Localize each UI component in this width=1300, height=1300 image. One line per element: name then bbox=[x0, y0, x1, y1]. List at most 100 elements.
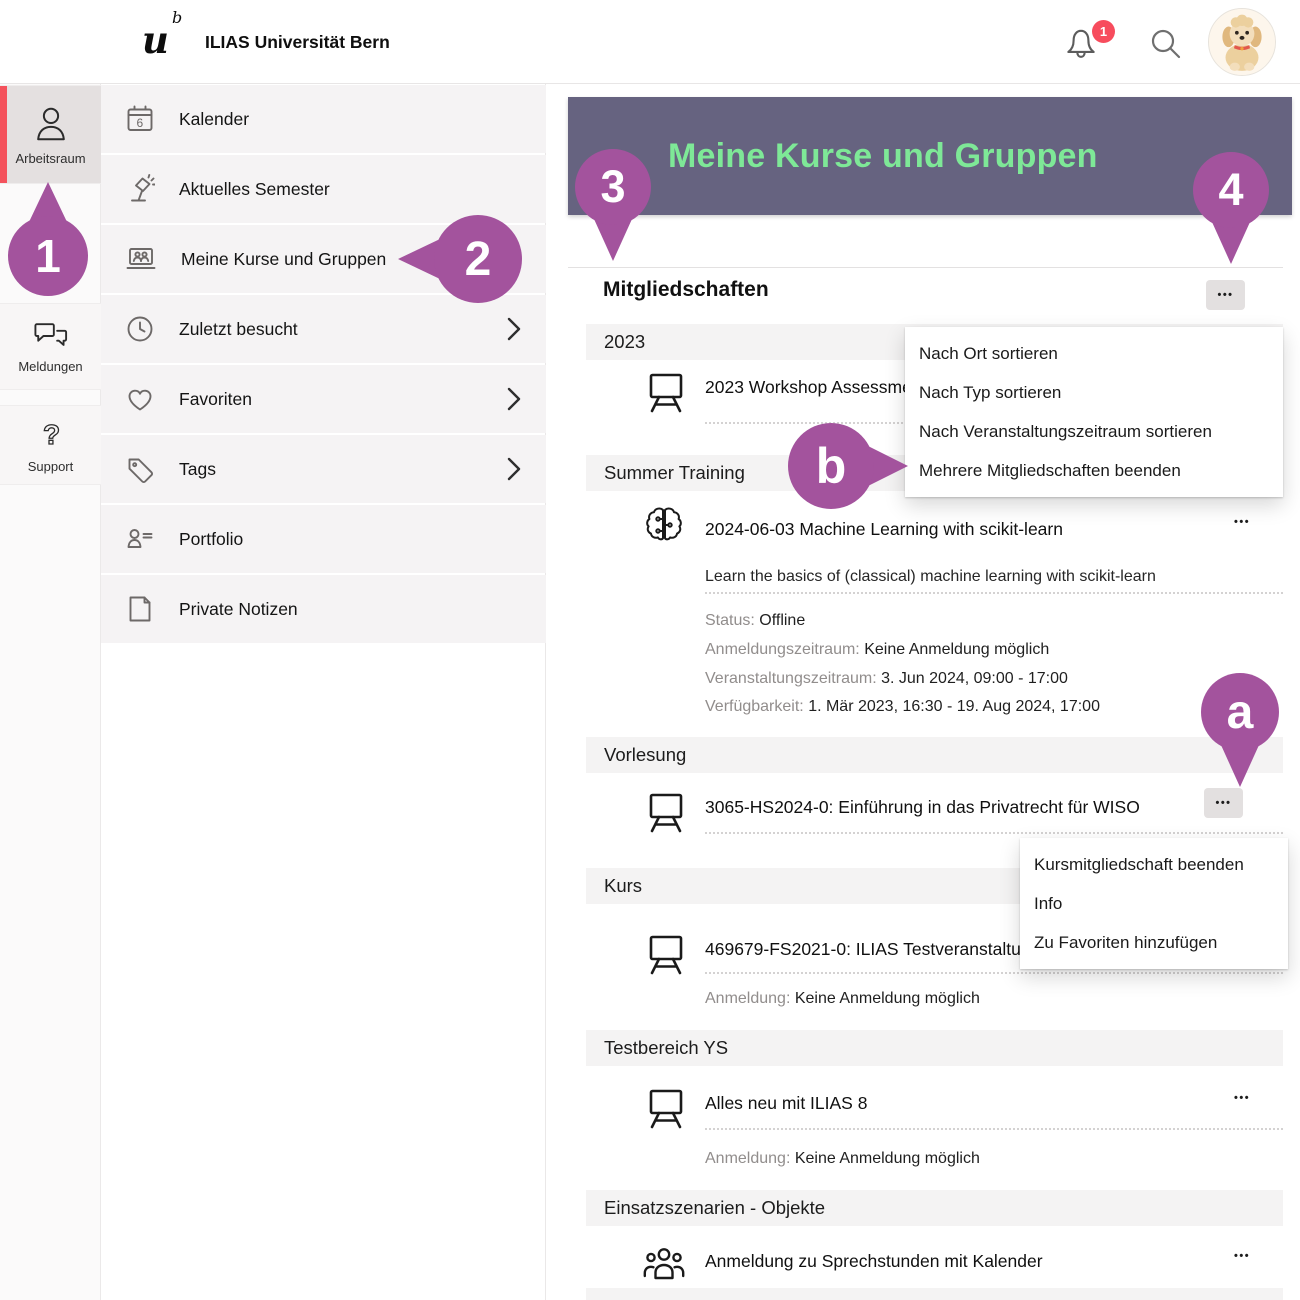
active-indicator-stripe bbox=[0, 86, 7, 183]
rail-item-label: Arbeitsraum bbox=[15, 151, 85, 166]
sidebar-item-portfolio[interactable]: Portfolio bbox=[101, 505, 546, 573]
sidebar-item-aktuelles-semester[interactable]: Aktuelles Semester bbox=[101, 155, 546, 223]
rail-item-arbeitsraum[interactable]: Arbeitsraum bbox=[0, 85, 101, 184]
university-logo: u bbox=[142, 18, 169, 62]
rail-item-label: Support bbox=[28, 459, 74, 474]
chevron-right-icon bbox=[506, 456, 522, 482]
sidebar-item-label: Aktuelles Semester bbox=[179, 179, 330, 200]
row-separator bbox=[705, 592, 1283, 594]
group-header-partial bbox=[586, 1288, 1283, 1300]
search-icon[interactable] bbox=[1148, 26, 1184, 62]
sidebar-item-favoriten[interactable]: Favoriten bbox=[101, 365, 546, 433]
sidebar-item-label: Kalender bbox=[179, 109, 249, 130]
course-link[interactable]: 469679-FS2021-0: ILIAS Testveranstaltung bbox=[705, 934, 1040, 964]
menu-item-end-course-membership[interactable]: Kursmitgliedschaft beenden bbox=[1020, 845, 1288, 884]
course-link[interactable]: Anmeldung zu Sprechstunden mit Kalender bbox=[705, 1246, 1043, 1276]
question-mark-icon: ? bbox=[38, 417, 64, 453]
annotation-marker-a: a bbox=[1201, 673, 1279, 751]
course-actions-menu: Kursmitgliedschaft beenden Info Zu Favor… bbox=[1020, 838, 1288, 969]
item-actions-button[interactable]: ••• bbox=[1234, 1092, 1250, 1104]
clock-icon bbox=[125, 314, 155, 344]
university-logo-sup: b bbox=[172, 8, 182, 27]
property-value: 3. Jun 2024, 09:00 - 17:00 bbox=[881, 670, 1068, 687]
sidebar-item-label: Private Notizen bbox=[179, 599, 298, 620]
calendar-icon: 6 bbox=[125, 104, 155, 134]
sidebar-item-label: Zuletzt besucht bbox=[179, 319, 298, 340]
course-link[interactable]: 3065-HS2024-0: Einführung in das Privatr… bbox=[705, 792, 1140, 822]
people-group-icon bbox=[642, 1242, 686, 1282]
page-title: Meine Kurse und Gruppen bbox=[668, 97, 1098, 215]
course-property: Anmeldung: Keine Anmeldung möglich bbox=[705, 988, 980, 1010]
note-icon bbox=[125, 594, 155, 624]
menu-item-sort-by-location[interactable]: Nach Ort sortieren bbox=[905, 334, 1283, 373]
annotation-marker-b: b bbox=[788, 423, 874, 509]
sidebar-item-kalender[interactable]: 6 Kalender bbox=[101, 85, 546, 153]
notification-badge: 1 bbox=[1092, 20, 1115, 43]
course-property: Veranstaltungszeitraum: 3. Jun 2024, 09:… bbox=[705, 668, 1068, 690]
courses-icon bbox=[125, 245, 157, 273]
annotation-marker-3: 3 bbox=[575, 149, 651, 225]
item-actions-button[interactable]: ••• bbox=[1234, 1250, 1250, 1262]
memberships-actions-menu: Nach Ort sortieren Nach Typ sortieren Na… bbox=[905, 327, 1283, 497]
sidebar-item-zuletzt-besucht[interactable]: Zuletzt besucht bbox=[101, 295, 546, 363]
poodle-avatar-image bbox=[1209, 9, 1275, 75]
menu-item-info[interactable]: Info bbox=[1020, 884, 1288, 923]
group-header-einsatzszenarien: Einsatzszenarien - Objekte bbox=[586, 1190, 1283, 1226]
desk-lamp-icon bbox=[125, 174, 155, 204]
divider bbox=[568, 267, 1283, 268]
ellipsis-icon: ••• bbox=[1217, 289, 1233, 301]
course-board-icon bbox=[644, 788, 688, 834]
brain-circuit-icon bbox=[640, 504, 688, 552]
sidebar-item-label: Favoriten bbox=[179, 389, 252, 410]
portfolio-icon bbox=[125, 524, 155, 554]
course-board-icon bbox=[644, 930, 688, 976]
property-label: Verfügbarkeit: bbox=[705, 698, 804, 715]
course-board-icon bbox=[644, 1084, 688, 1130]
chat-bubbles-icon bbox=[31, 319, 71, 353]
page: { "header": { "logo_u": "u", "logo_sup":… bbox=[0, 0, 1300, 1300]
group-header-vorlesung: Vorlesung bbox=[586, 737, 1283, 773]
menu-item-sort-by-type[interactable]: Nach Typ sortieren bbox=[905, 373, 1283, 412]
user-avatar[interactable] bbox=[1208, 8, 1276, 76]
course-property: Status: Offline bbox=[705, 610, 805, 632]
rail-item-meldungen[interactable]: Meldungen bbox=[0, 303, 101, 390]
section-heading: Mitgliedschaften bbox=[603, 278, 769, 302]
annotation-marker-2: 2 bbox=[434, 215, 522, 303]
course-link[interactable]: 2024-06-03 Machine Learning with scikit-… bbox=[705, 514, 1063, 544]
svg-text:6: 6 bbox=[137, 116, 144, 130]
item-actions-button-open[interactable]: ••• bbox=[1204, 788, 1243, 818]
group-header-testbereich: Testbereich YS bbox=[586, 1030, 1283, 1066]
row-separator bbox=[705, 832, 1283, 834]
property-value: Keine Anmeldung möglich bbox=[795, 990, 980, 1007]
app-title: ILIAS Universität Bern bbox=[205, 0, 390, 84]
course-property: Anmeldung: Keine Anmeldung möglich bbox=[705, 1148, 980, 1170]
course-property: Anmeldungszeitraum: Keine Anmeldung mögl… bbox=[705, 639, 1049, 661]
marker-3-tail bbox=[594, 219, 632, 261]
property-label: Anmeldungszeitraum: bbox=[705, 641, 860, 658]
property-value: Offline bbox=[759, 612, 805, 629]
chevron-right-icon bbox=[506, 316, 522, 342]
course-link[interactable]: 2023 Workshop Assessment bbox=[705, 372, 926, 402]
chevron-right-icon bbox=[506, 386, 522, 412]
menu-item-end-multiple-memberships[interactable]: Mehrere Mitgliedschaften beenden bbox=[905, 451, 1283, 490]
sidebar-item-private-notizen[interactable]: Private Notizen bbox=[101, 575, 546, 643]
person-icon bbox=[32, 103, 70, 145]
sidebar-item-label: Meine Kurse und Gruppen bbox=[181, 249, 386, 270]
menu-item-sort-by-event-period[interactable]: Nach Veranstaltungszeitraum sortieren bbox=[905, 412, 1283, 451]
main-content: Meine Kurse und Gruppen Mitgliedschaften… bbox=[546, 84, 1300, 1300]
row-separator bbox=[705, 972, 1283, 974]
property-label: Anmeldung: bbox=[705, 1150, 790, 1167]
memberships-actions-button[interactable]: ••• bbox=[1206, 280, 1245, 310]
course-board-icon bbox=[644, 368, 688, 414]
ellipsis-icon: ••• bbox=[1215, 797, 1231, 809]
item-actions-button[interactable]: ••• bbox=[1234, 516, 1250, 528]
course-link[interactable]: Alles neu mit ILIAS 8 bbox=[705, 1088, 867, 1118]
property-value: Keine Anmeldung möglich bbox=[795, 1150, 980, 1167]
sidebar-item-tags[interactable]: Tags bbox=[101, 435, 546, 503]
top-bar: u b ILIAS Universität Bern 1 bbox=[0, 0, 1300, 84]
heart-icon bbox=[125, 384, 155, 414]
property-value: 1. Mär 2023, 16:30 - 19. Aug 2024, 17:00 bbox=[808, 698, 1100, 715]
rail-item-support[interactable]: ? Support bbox=[0, 405, 101, 485]
menu-item-add-to-favorites[interactable]: Zu Favoriten hinzufügen bbox=[1020, 923, 1288, 962]
page-banner: Meine Kurse und Gruppen bbox=[568, 97, 1292, 215]
